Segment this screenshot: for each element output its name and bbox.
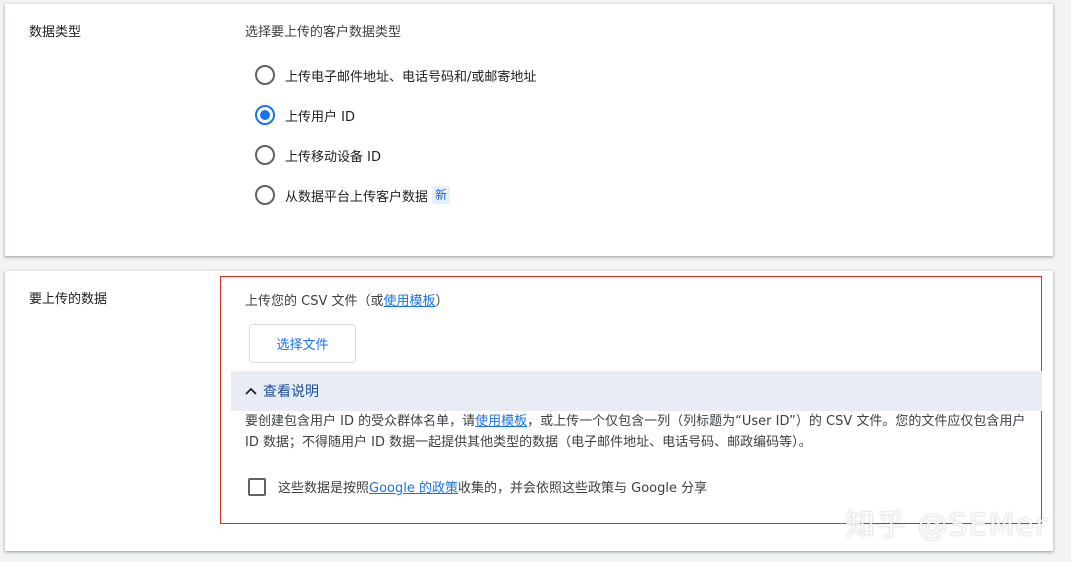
consent-suffix: 收集的，并会依照这些政策与 Google 分享	[458, 481, 708, 496]
new-badge: 新	[432, 186, 451, 204]
upload-instructions: 上传您的 CSV 文件（或使用模板）	[245, 290, 449, 309]
consent-prefix: 这些数据是按照	[278, 481, 370, 496]
expander-label: 查看说明	[263, 384, 319, 400]
radio-label: 从数据平台上传客户数据	[285, 189, 429, 205]
radio-button[interactable]	[255, 65, 275, 85]
desc-text-1: 要创建包含用户 ID 的受众群体名单，请	[245, 414, 476, 429]
data-type-title: 选择要上传的客户数据类型	[245, 25, 402, 40]
data-type-label: 数据类型	[29, 25, 82, 40]
radio-button[interactable]	[255, 185, 275, 205]
radio-label: 上传移动设备 ID	[285, 149, 381, 165]
radio-option-mobile-device-id[interactable]: 上传移动设备 ID	[255, 144, 381, 166]
upload-suffix-text: ）	[435, 294, 449, 309]
google-policy-link[interactable]: Google 的政策	[369, 477, 458, 496]
radio-option-user-id[interactable]: 上传用户 ID	[255, 104, 355, 126]
upload-section-error-box: 上传您的 CSV 文件（或使用模板） 选择文件 查看说明 要创建包含用户 ID …	[220, 276, 1042, 524]
radio-button[interactable]	[255, 145, 275, 165]
choose-file-button[interactable]: 选择文件	[249, 324, 356, 363]
upload-prefix-text: 上传您的 CSV 文件（或	[245, 294, 384, 309]
radio-option-data-platform[interactable]: 从数据平台上传客户数据 新	[255, 184, 451, 206]
radio-label: 上传电子邮件地址、电话号码和/或邮寄地址	[285, 69, 537, 85]
upload-data-label: 要上传的数据	[29, 292, 108, 307]
consent-checkbox-row[interactable]: 这些数据是按照 Google 的政策 收集的，并会依照这些政策与 Google 分享	[248, 477, 707, 496]
radio-option-email-phone-address[interactable]: 上传电子邮件地址、电话号码和/或邮寄地址	[255, 64, 536, 86]
consent-checkbox[interactable]	[248, 477, 266, 496]
chevron-up-icon	[245, 387, 257, 395]
instructions-description: 要创建包含用户 ID 的受众群体名单，请使用模板，或上传一个仅包含一列（列标题为…	[245, 411, 1035, 453]
data-type-card: 数据类型 选择要上传的客户数据类型 上传电子邮件地址、电话号码和/或邮寄地址 上…	[5, 4, 1053, 256]
desc-template-link[interactable]: 使用模板	[475, 414, 527, 429]
radio-button-selected[interactable]	[255, 105, 275, 125]
use-template-link[interactable]: 使用模板	[384, 294, 436, 309]
view-instructions-expander[interactable]: 查看说明	[231, 371, 1042, 411]
radio-label: 上传用户 ID	[285, 109, 355, 125]
upload-data-card: 要上传的数据 上传您的 CSV 文件（或使用模板） 选择文件 查看说明 要创建包…	[5, 271, 1053, 551]
